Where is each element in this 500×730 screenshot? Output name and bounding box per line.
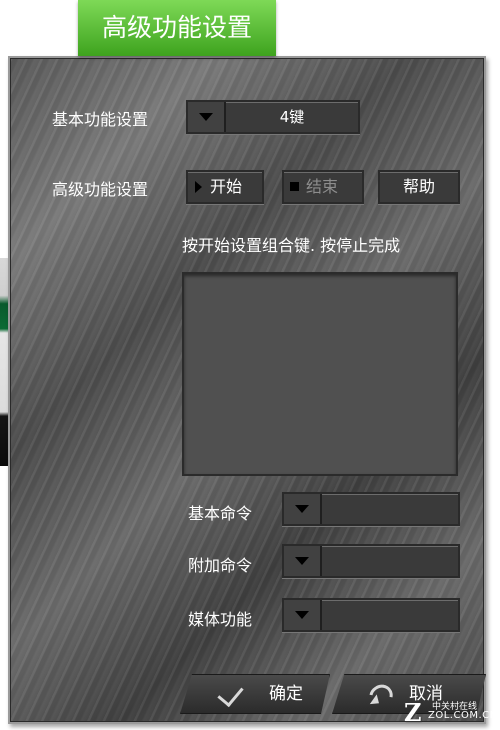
advanced-settings-panel: 基本功能设置 4键 高级功能设置 开始 结束 帮助 按开始设置组合键. 按停止完… (8, 56, 486, 724)
chevron-down-icon[interactable] (284, 546, 322, 576)
zol-domain: ZOL.COM.CN (428, 710, 498, 721)
basic-function-label: 基本功能设置 (52, 110, 149, 129)
basic-command-value (324, 494, 456, 524)
media-function-dropdown[interactable] (282, 598, 460, 632)
end-button-label: 结束 (306, 177, 339, 196)
undo-icon (364, 680, 398, 712)
advanced-function-label: 高级功能设置 (52, 180, 149, 199)
stop-icon (290, 182, 299, 191)
check-icon (217, 679, 244, 708)
ok-button[interactable]: 确定 (180, 674, 330, 714)
instruction-text: 按开始设置组合键. 按停止完成 (182, 236, 401, 255)
zol-logo: Z (404, 698, 422, 727)
chevron-down-icon[interactable] (188, 102, 226, 132)
start-button[interactable]: 开始 (186, 170, 264, 204)
help-button-label: 帮助 (402, 177, 435, 196)
basic-command-label: 基本命令 (188, 504, 253, 523)
ok-button-label: 确定 (269, 684, 303, 704)
media-function-value (324, 600, 456, 630)
help-button[interactable]: 帮助 (378, 170, 460, 204)
media-function-label: 媒体功能 (188, 610, 253, 629)
basic-function-value: 4键 (279, 108, 305, 126)
additional-command-dropdown[interactable] (282, 544, 460, 578)
play-icon (195, 181, 202, 193)
zol-watermark: Z 中关村在线 ZOL.COM.CN (404, 698, 497, 727)
start-button-label: 开始 (210, 177, 243, 196)
additional-command-label: 附加命令 (188, 556, 253, 575)
additional-command-value (324, 546, 456, 576)
basic-command-dropdown[interactable] (282, 492, 460, 526)
chevron-down-icon[interactable] (284, 600, 322, 630)
basic-function-dropdown[interactable]: 4键 (186, 100, 360, 134)
key-combination-area[interactable] (182, 272, 458, 476)
chevron-down-icon[interactable] (284, 494, 322, 524)
end-button[interactable]: 结束 (282, 170, 364, 204)
dialog-title: 高级功能设置 (78, 0, 276, 56)
